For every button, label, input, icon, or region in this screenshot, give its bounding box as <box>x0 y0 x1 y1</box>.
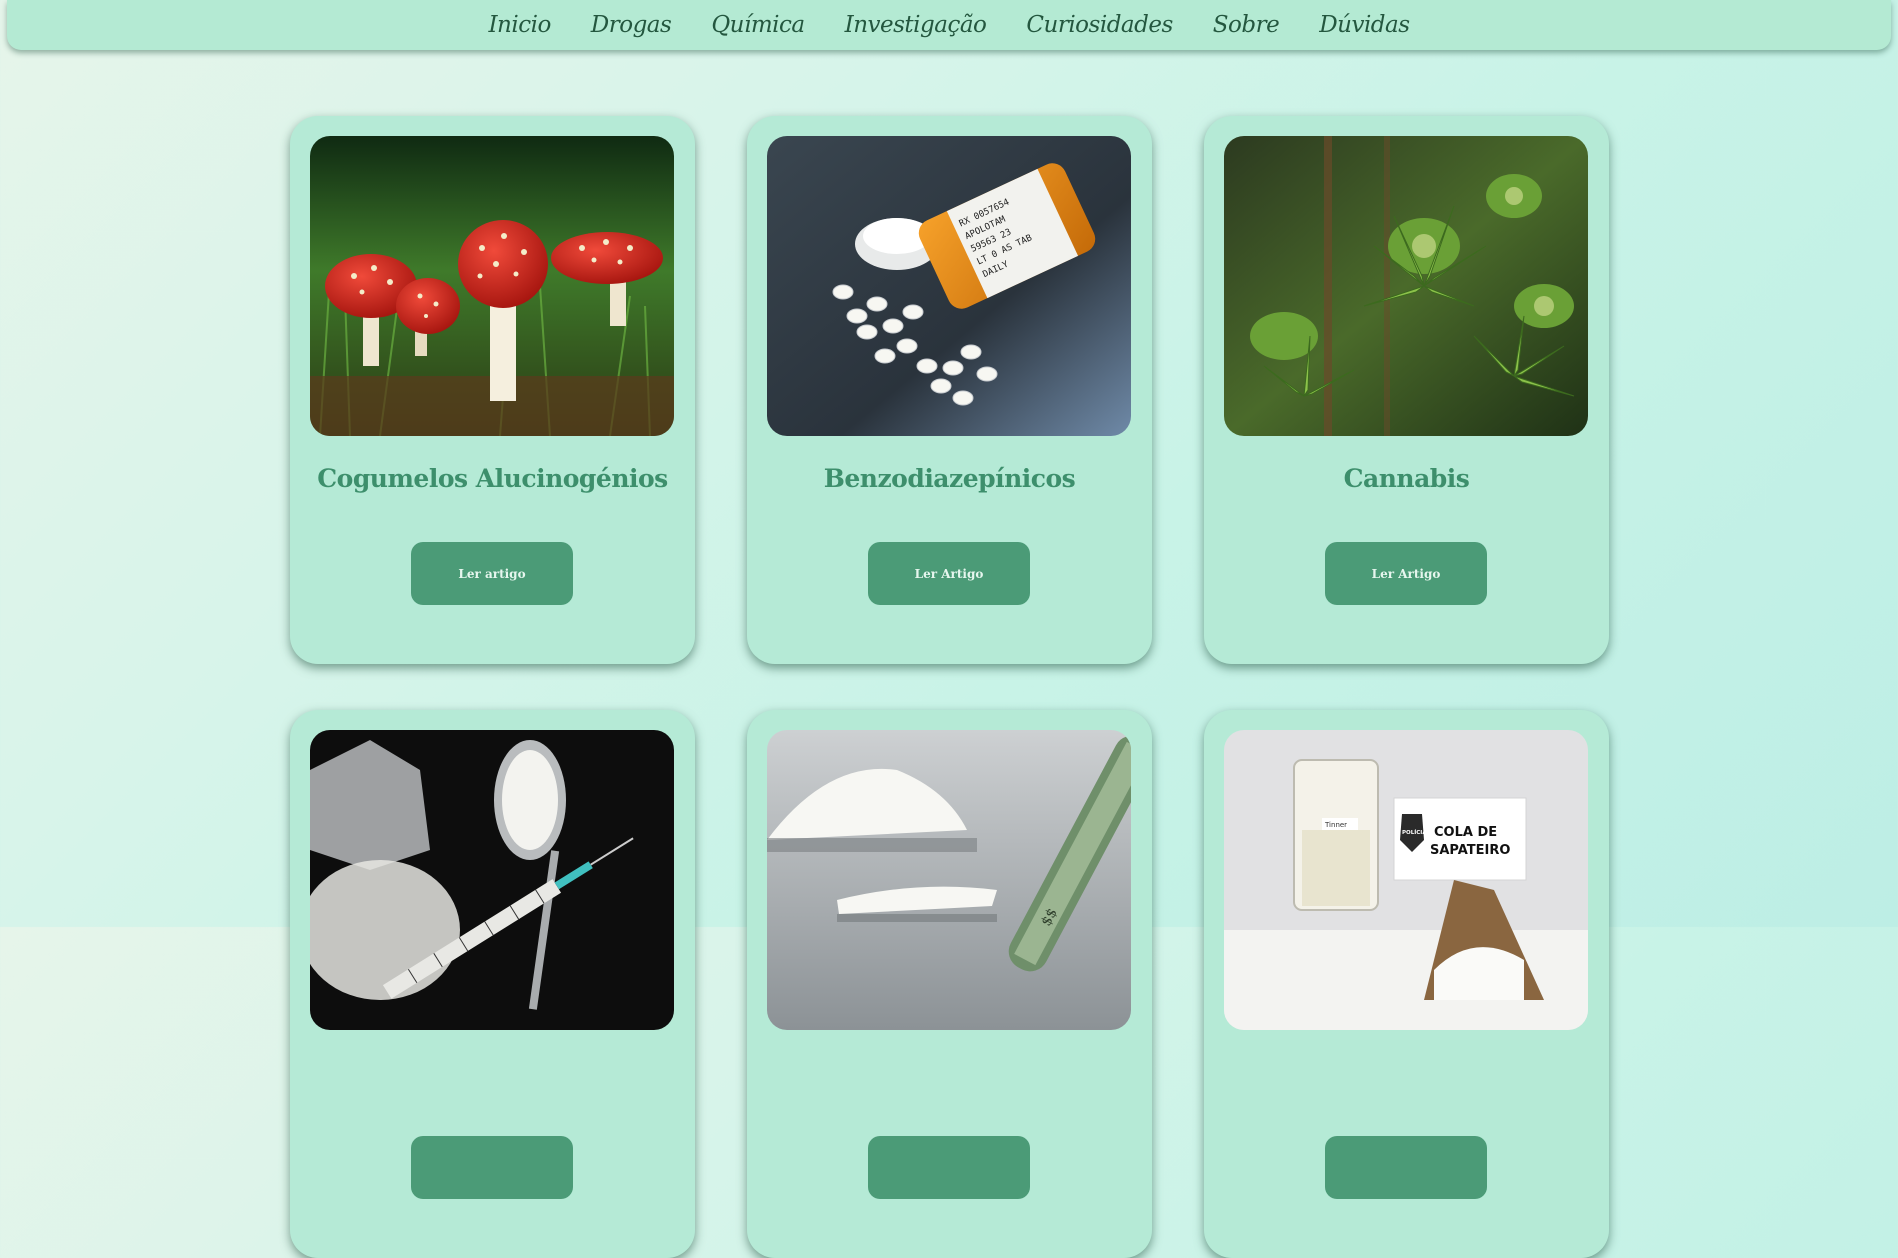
top-navigation: Inicio Drogas Química Investigação Curio… <box>7 0 1891 50</box>
glue-sign-line-2: SAPATEIRO <box>1430 843 1510 858</box>
article-card-6: Tinner POLÍCIA COLA DE SAPATEIRO <box>1204 710 1609 1258</box>
read-article-button[interactable]: Ler Artigo <box>1325 542 1487 605</box>
pills-image[interactable]: RX 0057654 APOLOTAM 59563 23 LT 0 AS TAB… <box>767 136 1131 436</box>
article-card-4 <box>290 710 695 1258</box>
nav-sobre[interactable]: Sobre <box>1213 12 1280 38</box>
glue-image[interactable]: Tinner POLÍCIA COLA DE SAPATEIRO <box>1224 730 1588 1030</box>
police-badge-text: POLÍCIA <box>1402 828 1427 836</box>
nav-drogas[interactable]: Drogas <box>591 12 672 38</box>
article-card-5: $$ <box>747 710 1152 1258</box>
powder-syringe-image[interactable] <box>310 730 674 1030</box>
cannabis-image[interactable] <box>1224 136 1588 436</box>
nav-quimica[interactable]: Química <box>711 12 805 38</box>
nav-investigacao[interactable]: Investigação <box>845 12 987 38</box>
read-article-button[interactable] <box>411 1136 573 1199</box>
read-article-button[interactable] <box>868 1136 1030 1199</box>
nav-curiosidades[interactable]: Curiosidades <box>1026 12 1173 38</box>
card-title: Cannabis <box>1343 464 1470 493</box>
nav-duvidas[interactable]: Dúvidas <box>1319 12 1410 38</box>
article-card-cogumelos: Cogumelos Alucinogénios Ler artigo <box>290 116 695 664</box>
mushrooms-image[interactable] <box>310 136 674 436</box>
article-grid: Cogumelos Alucinogénios Ler artigo RX 00… <box>290 116 1609 1258</box>
article-card-benzodiazepinicos: RX 0057654 APOLOTAM 59563 23 LT 0 AS TAB… <box>747 116 1152 664</box>
nav-inicio[interactable]: Inicio <box>488 12 551 38</box>
article-card-cannabis: Cannabis Ler Artigo <box>1204 116 1609 664</box>
read-article-button[interactable]: Ler artigo <box>411 542 573 605</box>
read-article-button[interactable]: Ler Artigo <box>868 542 1030 605</box>
read-article-button[interactable] <box>1325 1136 1487 1199</box>
glue-sign-line-1: COLA DE <box>1434 825 1497 840</box>
card-title: Benzodiazepínicos <box>823 464 1076 493</box>
beaker-label-text: Tinner <box>1324 821 1347 829</box>
card-title: Cogumelos Alucinogénios <box>317 464 668 493</box>
powder-lines-image[interactable]: $$ <box>767 730 1131 1030</box>
